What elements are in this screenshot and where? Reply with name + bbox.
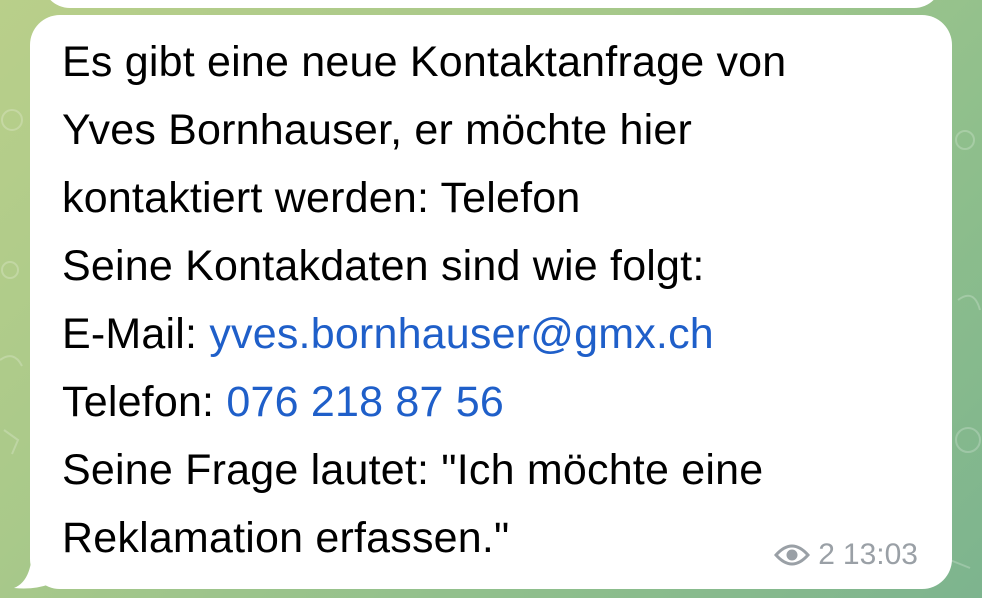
email-link[interactable]: yves.bornhauser@gmx.ch	[209, 310, 714, 358]
message-text: Es gibt eine neue Kontaktanfrage von Yve…	[62, 28, 942, 572]
previous-message-bubble	[42, 0, 942, 8]
phone-label: Telefon:	[62, 378, 227, 426]
message-line: Seine Kontakdaten sind wie folgt:	[62, 242, 705, 290]
message-line: kontaktiert werden: Telefon	[62, 174, 581, 222]
phone-row: Telefon: 076 218 87 56	[62, 368, 942, 436]
email-label: E-Mail:	[62, 310, 210, 358]
eye-icon	[774, 542, 811, 568]
message-line: Es gibt eine neue Kontaktanfrage von	[62, 38, 787, 86]
phone-link[interactable]: 076 218 87 56	[226, 378, 504, 426]
question-line: Seine Frage lautet: "Ich möchte eine	[62, 446, 764, 494]
message-line: Yves Bornhauser, er möchte hier	[62, 106, 693, 154]
message-time: 13:03	[842, 538, 918, 571]
view-count: 2	[818, 538, 835, 571]
email-row: E-Mail: yves.bornhauser@gmx.ch	[62, 300, 942, 368]
message-meta: 2 13:03	[774, 536, 918, 574]
